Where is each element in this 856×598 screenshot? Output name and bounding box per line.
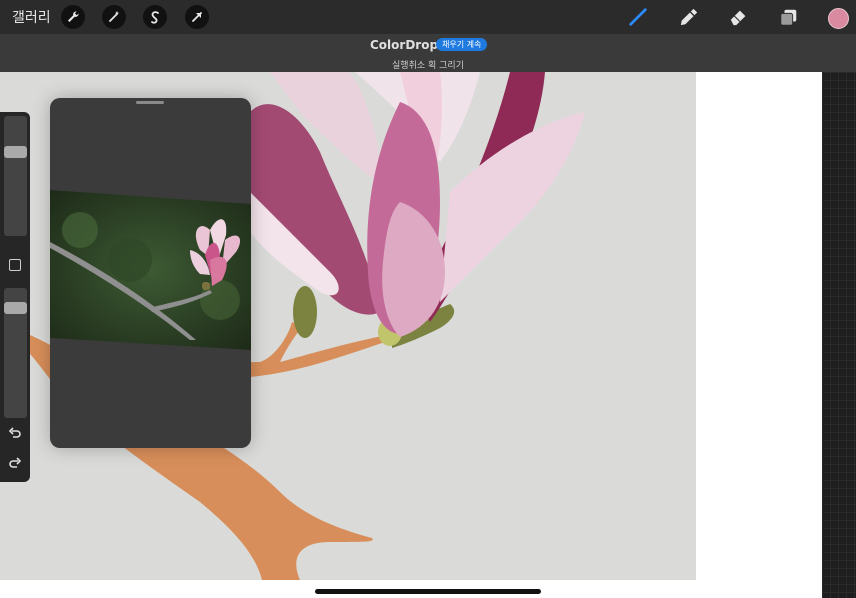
bud-shape [293, 286, 317, 338]
top-toolbar: 갤러리 [0, 0, 856, 34]
redo-icon[interactable] [7, 456, 23, 472]
magnolia-photo [50, 190, 251, 350]
gallery-button[interactable]: 갤러리 [12, 7, 51, 27]
opacity-thumb[interactable] [4, 302, 27, 314]
eraser-icon[interactable] [727, 6, 751, 28]
magic-wand-icon[interactable] [102, 5, 126, 29]
color-picker-swatch[interactable] [828, 8, 849, 29]
brush-icon[interactable] [626, 6, 650, 28]
left-sidebar [0, 112, 30, 482]
opacity-slider[interactable] [4, 288, 27, 418]
offcanvas-strip [822, 72, 856, 598]
brush-size-thumb[interactable] [4, 146, 27, 158]
home-indicator[interactable] [315, 589, 541, 594]
undo-notification: 실행취소 획 그리기 [392, 61, 464, 71]
status-bar: ColorDrop 채우기 계속 실행취소 획 그리기 [0, 34, 856, 72]
layers-icon[interactable] [777, 6, 801, 28]
reference-grab-handle[interactable] [136, 101, 164, 104]
app-name-label: ColorDrop [370, 38, 439, 52]
continue-filling-badge[interactable]: 채우기 계속 [436, 38, 488, 51]
undo-icon[interactable] [7, 426, 23, 442]
reference-panel[interactable] [50, 98, 251, 448]
brush-size-slider[interactable] [4, 116, 27, 236]
wrench-icon[interactable] [61, 5, 85, 29]
selection-icon[interactable] [143, 5, 167, 29]
modify-square-icon[interactable] [9, 259, 21, 271]
smudge-icon[interactable] [677, 6, 701, 28]
transform-arrow-icon[interactable] [185, 5, 209, 29]
